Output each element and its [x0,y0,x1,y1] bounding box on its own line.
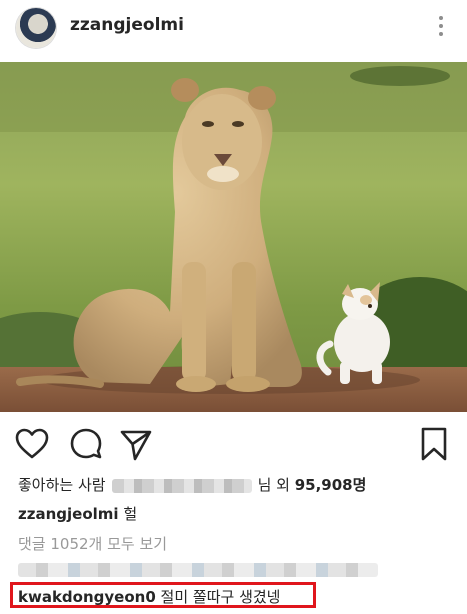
view-all-comments-link[interactable]: 댓글 1052개 모두 보기 [18,533,167,554]
caption-text: 헐 [123,505,138,523]
comment-username[interactable]: kwakdongyeon0 [18,588,156,606]
comment-text: 절미 쫄따구 생겼넹 [160,588,281,606]
caption: zzangjeolmi 헐 [18,503,137,524]
heart-icon[interactable] [14,426,50,462]
comment-bubble-icon[interactable] [68,426,104,462]
likes-count: 95,908명 [294,476,367,494]
highlighted-comment: kwakdongyeon0 절미 쫄따구 생겼넹 [18,586,280,607]
post-username[interactable]: zzangjeolmi [70,15,184,35]
caption-username[interactable]: zzangjeolmi [18,505,119,523]
post-photo[interactable] [0,62,467,412]
avatar[interactable] [16,8,56,48]
lioness-and-puppy-photo [0,62,467,412]
post-header: zzangjeolmi [0,0,467,60]
paper-plane-icon[interactable] [118,426,154,462]
likes-line[interactable]: 좋아하는 사람 님 외 95,908명 [18,474,366,495]
three-dots-vertical-icon[interactable] [437,16,445,42]
action-bar [0,422,467,462]
bookmark-icon[interactable] [416,426,452,462]
likes-middle: 님 외 [257,476,290,494]
blurred-username [111,478,252,493]
likes-prefix: 좋아하는 사람 [18,476,106,494]
blurred-comment [18,563,378,577]
